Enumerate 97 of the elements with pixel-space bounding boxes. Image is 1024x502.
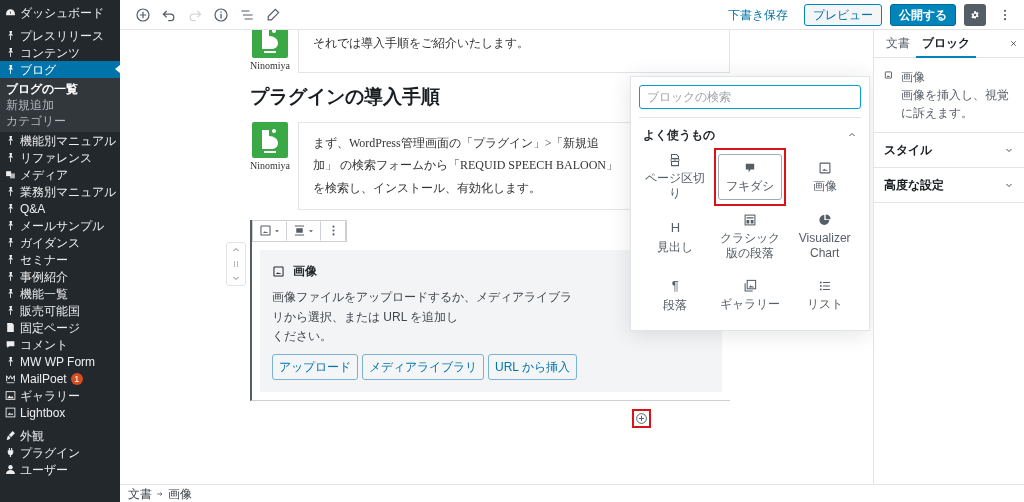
- search-field[interactable]: ブロックの検索: [639, 85, 861, 109]
- image-icon: [272, 264, 285, 278]
- sidebar-item[interactable]: ユーザー: [0, 461, 120, 478]
- pin-icon: [5, 356, 16, 367]
- close-icon: [1009, 39, 1018, 48]
- publish-button[interactable]: 公開する: [890, 3, 956, 26]
- sidebar-item[interactable]: 外観: [0, 427, 120, 444]
- add-block-button[interactable]: [632, 408, 651, 428]
- pin-icon: [5, 271, 16, 282]
- panel-tab[interactable]: 文書: [880, 29, 916, 58]
- avatar-icon: [252, 121, 288, 158]
- sidebar-item[interactable]: MailPoet 1: [0, 370, 120, 387]
- sidebar-item[interactable]: リファレンス: [0, 149, 120, 166]
- sidebar-item[interactable]: 固定ページ: [0, 319, 120, 336]
- brush-icon: [5, 430, 16, 441]
- sidebar-item[interactable]: 機能別マニュアル: [0, 132, 120, 149]
- image-icon: [259, 224, 272, 238]
- sidebar-item[interactable]: ダッシュボード: [0, 4, 120, 21]
- balloon-text: を検索し、インストール、有効化します。: [313, 180, 542, 198]
- media-icon: [5, 169, 16, 180]
- sidebar-item[interactable]: メディア: [0, 166, 120, 183]
- author-name: Ninomiya: [250, 158, 290, 173]
- count-badge: 1: [70, 372, 83, 385]
- pin-icon: [5, 30, 16, 41]
- sidebar-item[interactable]: 販売可能国: [0, 302, 120, 319]
- sidebar-item[interactable]: Lightbox: [0, 404, 120, 421]
- sidebar-item[interactable]: コメント: [0, 336, 120, 353]
- sidebar-item[interactable]: ブログ: [0, 61, 120, 78]
- balloon-text: 加」 の検索フォームから「REQUID SPEECH BALOON」: [313, 157, 619, 175]
- sidebar-item[interactable]: プラグイン: [0, 444, 120, 461]
- submenu-item[interactable]: 新規追加: [0, 97, 120, 113]
- sidebar-item[interactable]: 機能一覧: [0, 285, 120, 302]
- add-block-icon[interactable]: [135, 6, 151, 23]
- pin-icon: [5, 47, 16, 58]
- arrow-icon: [156, 489, 164, 498]
- logo-icon: [5, 373, 16, 384]
- pie-chart-icon: [817, 213, 832, 227]
- block-option[interactable]: フキダシ: [713, 148, 787, 206]
- submenu-item[interactable]: ブログの一覧: [0, 81, 120, 97]
- pin-icon: [5, 203, 16, 214]
- sidebar-item[interactable]: 業務別マニュアル: [0, 183, 120, 200]
- sidebar-item[interactable]: メールサンプル: [0, 217, 120, 234]
- pin-icon: [5, 254, 16, 265]
- page-break-icon: [668, 153, 683, 167]
- gallery-icon: [743, 278, 757, 293]
- gallery-icon: [5, 390, 16, 401]
- page-icon: [5, 322, 16, 333]
- plug-icon: [5, 447, 16, 458]
- sidebar-item[interactable]: ギャラリー: [0, 387, 120, 404]
- breadcrumb-link[interactable]: 画像: [168, 484, 192, 502]
- placeholder-text: ください。: [272, 327, 333, 345]
- sidebar-item[interactable]: プレスリリース: [0, 27, 120, 44]
- balloon-text: それでは導入手順をご紹介いたします。: [313, 35, 530, 52]
- placeholder-button[interactable]: URL から挿入: [488, 353, 577, 380]
- pin-icon: [5, 220, 16, 231]
- submenu-item[interactable]: カテゴリー: [0, 113, 120, 129]
- pin-icon: [5, 64, 16, 75]
- image-icon: [817, 160, 832, 175]
- placeholder-button[interactable]: アップロード: [272, 353, 358, 380]
- sidebar-item[interactable]: ガイダンス: [0, 234, 120, 251]
- panel-tab[interactable]: ブロック: [916, 29, 976, 58]
- placeholder-title: 画像: [293, 263, 317, 281]
- author-name: Ninomiya: [250, 59, 290, 73]
- image-icon: [884, 68, 893, 82]
- align-center-icon: [293, 224, 306, 238]
- pin-icon: [5, 237, 16, 248]
- sidebar-item[interactable]: コンテンツ: [0, 44, 120, 61]
- pin-icon: [5, 305, 16, 316]
- document-icon: [743, 213, 757, 227]
- block-name: 画像: [900, 69, 926, 86]
- pin-icon: [5, 152, 16, 163]
- placeholder-button[interactable]: メディアライブラリ: [362, 353, 484, 380]
- section-title: よく使うもの: [643, 127, 715, 144]
- breadcrumb-link[interactable]: 文書: [128, 484, 152, 502]
- image-icon: [5, 407, 16, 418]
- comment-icon: [5, 339, 16, 350]
- edit-icon[interactable]: [265, 6, 281, 23]
- sidebar-item[interactable]: セミナー: [0, 251, 120, 268]
- sidebar-item[interactable]: Q&A: [0, 200, 120, 217]
- save-draft-link[interactable]: 下書き保存: [728, 5, 788, 24]
- sidebar-item[interactable]: MW WP Form: [0, 353, 120, 370]
- drag-handle-icon: [231, 258, 241, 269]
- pin-icon: [5, 135, 16, 146]
- add-icon: [635, 411, 648, 425]
- close-button[interactable]: [1009, 39, 1018, 48]
- balloon-text: まず、WordPress管理画面の「プラグイン」>「新規追: [313, 134, 601, 152]
- info-icon[interactable]: [213, 6, 229, 23]
- preview-button[interactable]: プレビュー: [804, 3, 882, 26]
- placeholder-text: 画像ファイルをアップロードするか、メディアライブラリから選択、または URL を追加し: [272, 289, 572, 326]
- pin-icon: [5, 186, 16, 197]
- pin-icon: [5, 288, 16, 299]
- block-description: 画像を挿入し、視覚に訴えます。: [900, 87, 1010, 122]
- dashboard-icon: [5, 7, 16, 18]
- settings-button[interactable]: [964, 3, 986, 26]
- sidebar-item[interactable]: 事例紹介: [0, 268, 120, 285]
- post-heading: プラグインの導入手順: [250, 85, 440, 109]
- user-icon: [5, 464, 16, 475]
